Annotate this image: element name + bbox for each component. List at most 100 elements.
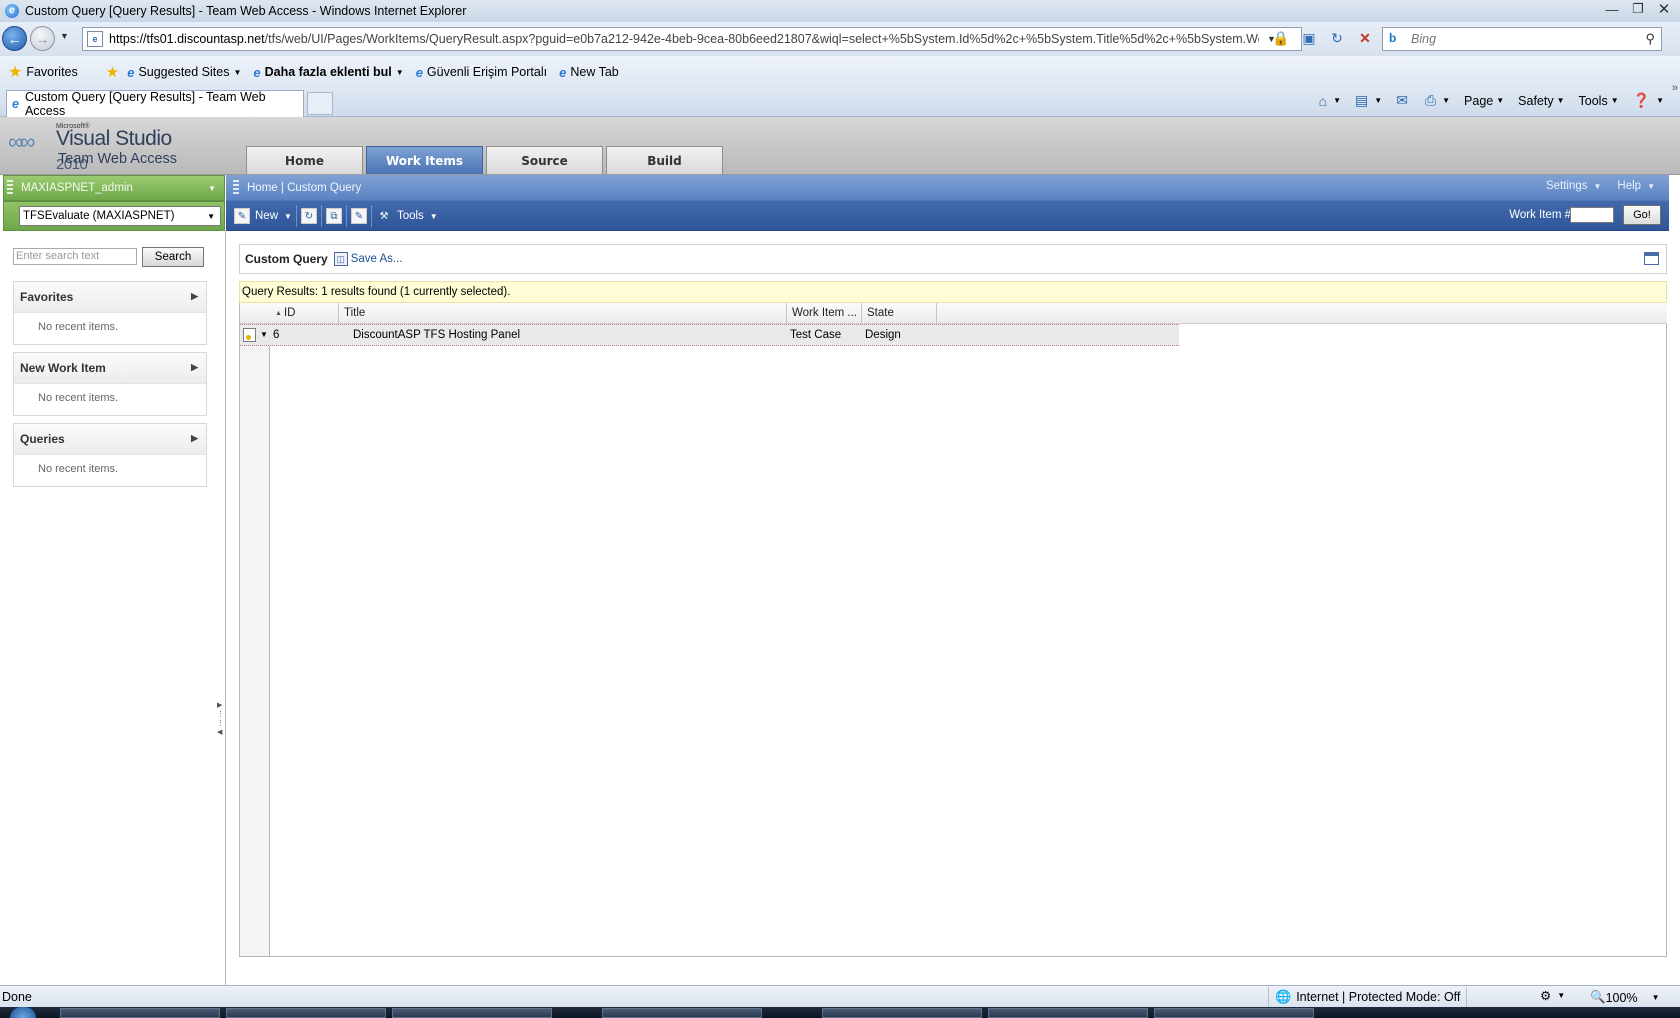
copy-button[interactable]: ⧉ <box>320 205 346 227</box>
taskbar-item[interactable] <box>226 1008 386 1018</box>
fav-more-addons[interactable]: e Daha fazla eklenti bul ▼ <box>253 65 403 80</box>
chevron-down-icon: ▼ <box>233 67 242 77</box>
chevron-right-icon[interactable]: » <box>1672 82 1678 94</box>
print-button[interactable]: ⎙ ▼ <box>1425 92 1450 109</box>
query-results-panel: Custom Query ◫ Save As... Query Results:… <box>239 244 1667 957</box>
team-project-bar: TFSEvaluate (MAXIASPNET) ▼ <box>3 201 225 231</box>
search-icon[interactable]: ⚲ <box>1645 31 1655 47</box>
read-mail-button[interactable]: ✉ <box>1396 92 1411 109</box>
cell-id: 6 <box>273 329 280 341</box>
column-header-id[interactable]: ▲ ID <box>270 303 339 324</box>
row-menu-dropdown-icon[interactable]: ▼ <box>260 330 268 339</box>
table-row[interactable]: ▼ 6 DiscountASP TFS Hosting Panel Test C… <box>240 324 1179 346</box>
add-to-favorites-icon[interactable]: ★ <box>106 63 119 81</box>
refresh-button[interactable]: ↻ <box>295 205 321 227</box>
compatibility-view-icon[interactable]: ▣ <box>1300 30 1318 47</box>
taskbar-item[interactable] <box>602 1008 762 1018</box>
safety-menu[interactable]: Safety ▼ <box>1518 94 1564 108</box>
favorites-bar: ★ Favorites ★ e Suggested Sites ▼ e Daha… <box>0 56 1680 88</box>
column-header-work-item-type[interactable]: Work Item ... <box>787 303 862 324</box>
cell-state: Design <box>865 329 901 341</box>
taskbar-item[interactable] <box>60 1008 220 1018</box>
new-work-item-section-header[interactable]: New Work Item ▶ <box>14 353 206 384</box>
zoom-control[interactable]: 🔍 100% ▼ <box>1590 990 1659 1005</box>
search-box[interactable]: b ⚲ <box>1382 27 1662 51</box>
taskbar-item[interactable] <box>392 1008 552 1018</box>
edit-icon: ✎ <box>350 208 367 224</box>
ie-page-icon: e <box>127 64 135 80</box>
team-project-select[interactable]: TFSEvaluate (MAXIASPNET) ▼ <box>19 206 221 226</box>
tools-menu[interactable]: Tools ▼ <box>1579 94 1619 108</box>
close-icon[interactable]: ✕ <box>1652 0 1676 18</box>
copy-icon: ⧉ <box>325 208 342 224</box>
fav-secure-access-portal[interactable]: e Güvenli Erişim Portalı <box>416 65 547 80</box>
search-button[interactable]: Search <box>142 247 204 267</box>
new-tab-button[interactable] <box>307 92 333 115</box>
feeds-button[interactable]: ▤ ▼ <box>1355 92 1382 109</box>
breadcrumb-current: Custom Query <box>287 182 362 194</box>
grid-header: ▲ ID Title Work Item ... State <box>240 303 1667 324</box>
help-menu-link[interactable]: Help ▼ <box>1617 180 1655 192</box>
browser-tab[interactable]: e Custom Query [Query Results] - Team We… <box>6 90 304 118</box>
new-work-item-button[interactable]: ✎ New ▼ <box>230 205 296 227</box>
refresh-icon: ↻ <box>300 208 317 224</box>
home-button[interactable]: ⌂ ▼ <box>1319 93 1341 109</box>
work-items-header: Home | Custom Query Settings ▼ Help ▼ ✎ New… <box>226 175 1669 231</box>
favorites-section-header[interactable]: Favorites ▶ <box>14 282 206 313</box>
page-menu[interactable]: Page ▼ <box>1464 94 1504 108</box>
results-grid: ▲ ID Title Work Item ... State ▼ 6 Discou… <box>239 303 1667 957</box>
tab-home[interactable]: Home <box>246 146 363 174</box>
search-text-input[interactable]: Enter search text <box>13 248 137 265</box>
tab-source[interactable]: Source <box>486 146 603 174</box>
tab-work-items[interactable]: Work Items <box>366 146 483 174</box>
edit-query-button[interactable]: ✎ <box>345 205 371 227</box>
taskbar-item[interactable] <box>822 1008 982 1018</box>
page-content: ∞∞ Microsoft® Visual Studio 2010 Team We… <box>0 117 1680 985</box>
start-orb-icon[interactable] <box>10 1007 36 1018</box>
ie-page-icon: e <box>12 97 19 111</box>
queries-section-header[interactable]: Queries ▶ <box>14 424 206 455</box>
lock-icon[interactable]: 🔒 <box>1272 30 1290 47</box>
tab-build[interactable]: Build <box>606 146 723 174</box>
refresh-icon[interactable]: ↻ <box>1328 30 1346 47</box>
settings-menu[interactable]: Settings ▼ <box>1546 180 1601 192</box>
recent-pages-dropdown-icon[interactable]: ▼ <box>60 31 69 41</box>
forward-button[interactable]: → <box>30 26 55 51</box>
chevron-down-icon[interactable]: ▼ <box>1557 991 1565 1000</box>
column-header-title[interactable]: Title <box>339 303 787 324</box>
save-as-icon[interactable]: ◫ <box>333 252 348 266</box>
main-tabs: Home Work Items Source Build <box>246 146 723 174</box>
user-menu[interactable]: MAXIASPNET_admin ▼ <box>3 175 225 201</box>
column-header-state[interactable]: State <box>862 303 937 324</box>
tools-button[interactable]: ⚒ Tools ▼ <box>370 205 442 227</box>
command-bar: ⌂ ▼ ▤ ▼ ✉ ⎙ ▼ Page ▼ Safety ▼ Tools ▼ ❓ ▼ <box>1319 92 1664 109</box>
security-zone[interactable]: 🌐 Internet | Protected Mode: Off <box>1268 987 1468 1007</box>
search-input[interactable] <box>1411 32 1631 46</box>
star-icon: ★ <box>8 64 23 81</box>
stop-icon[interactable]: ✕ <box>1356 30 1374 47</box>
taskbar-item[interactable] <box>988 1008 1148 1018</box>
maximize-icon[interactable] <box>1644 252 1659 265</box>
minimize-icon[interactable]: — <box>1600 0 1624 18</box>
back-button[interactable]: ← <box>2 26 27 51</box>
work-item-number-input[interactable] <box>1570 207 1614 223</box>
user-name: MAXIASPNET_admin <box>21 182 133 194</box>
fav-suggested-sites[interactable]: e Suggested Sites ▼ <box>127 65 241 80</box>
popup-blocker-icon[interactable]: ⚙ <box>1540 988 1551 1003</box>
grid-gutter <box>240 303 270 956</box>
printer-icon: ⎙ <box>1424 92 1437 108</box>
favorites-button[interactable]: ★ Favorites <box>0 62 78 82</box>
help-menu[interactable]: ❓ ▼ <box>1633 92 1664 109</box>
restore-icon[interactable]: ❐ <box>1626 0 1650 18</box>
taskbar-item[interactable] <box>1154 1008 1314 1018</box>
go-button[interactable]: Go! <box>1623 205 1661 225</box>
panel-splitter-handle[interactable]: ▶ ⋮ ⋮ ◀ <box>217 701 224 737</box>
save-as-link[interactable]: Save As... <box>351 253 403 265</box>
fav-new-tab[interactable]: e New Tab <box>559 65 619 80</box>
infinity-logo-icon: ∞∞ <box>8 129 35 154</box>
new-item-icon: ✎ <box>234 208 250 224</box>
ie-page-icon: e <box>559 64 567 80</box>
help-icon: ❓ <box>1632 92 1651 108</box>
address-input[interactable]: e https://tfs01.discountasp.net/tfs/web/… <box>82 27 1302 51</box>
breadcrumb-home[interactable]: Home <box>247 182 278 194</box>
